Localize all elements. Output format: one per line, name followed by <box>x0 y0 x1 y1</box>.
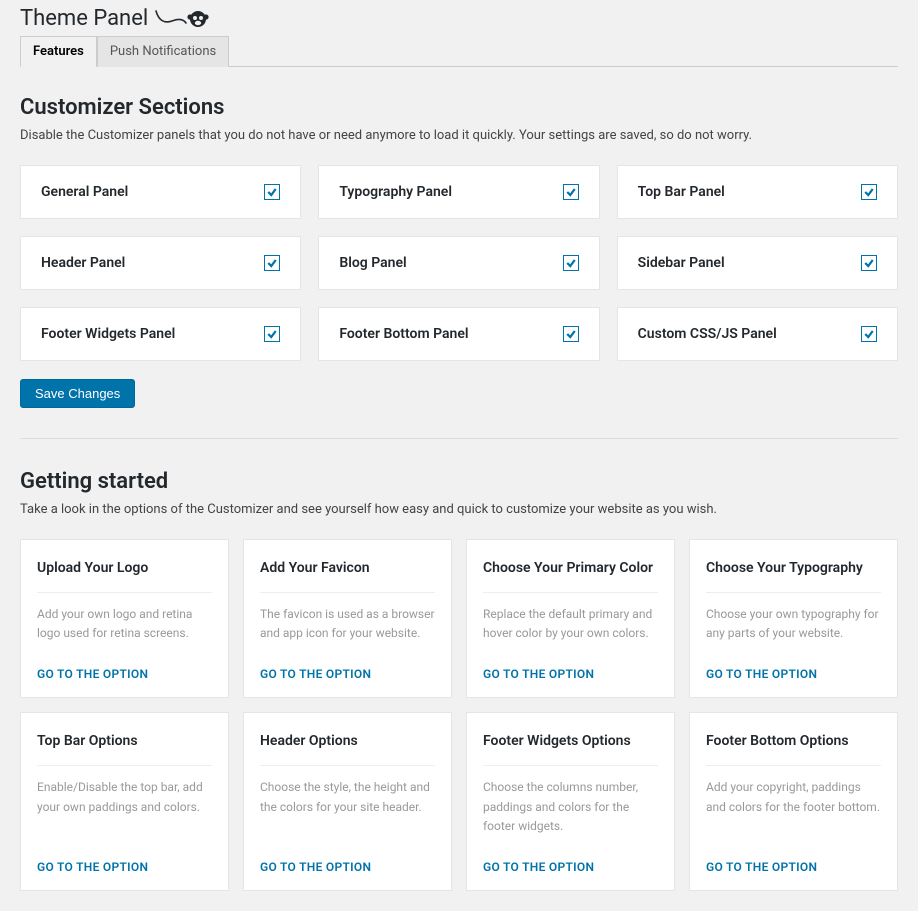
card-header: Header Options Choose the style, the hei… <box>243 712 452 891</box>
card-top-bar: Top Bar Options Enable/Disable the top b… <box>20 712 229 891</box>
card-link[interactable]: GO TO THE OPTION <box>260 860 435 874</box>
panel-label: Blog Panel <box>339 255 406 271</box>
card-desc: Enable/Disable the top bar, add your own… <box>37 778 212 836</box>
panel-checkbox[interactable] <box>861 184 877 200</box>
panel-checkbox[interactable] <box>264 184 280 200</box>
card-primary-color: Choose Your Primary Color Replace the de… <box>466 539 675 698</box>
card-add-favicon: Add Your Favicon The favicon is used as … <box>243 539 452 698</box>
card-title: Top Bar Options <box>37 733 212 749</box>
card-title: Choose Your Primary Color <box>483 560 658 576</box>
panel-label: Top Bar Panel <box>638 184 725 200</box>
card-title: Choose Your Typography <box>706 560 881 576</box>
card-divider <box>706 765 881 766</box>
tab-push-notifications[interactable]: Push Notifications <box>97 36 229 67</box>
getting-started-grid: Upload Your Logo Add your own logo and r… <box>20 539 898 891</box>
panel-label: General Panel <box>41 184 128 200</box>
card-link[interactable]: GO TO THE OPTION <box>706 860 881 874</box>
card-typography: Choose Your Typography Choose your own t… <box>689 539 898 698</box>
card-upload-logo: Upload Your Logo Add your own logo and r… <box>20 539 229 698</box>
save-changes-button[interactable]: Save Changes <box>20 379 135 408</box>
card-footer-widgets: Footer Widgets Options Choose the column… <box>466 712 675 891</box>
panel-footer-widgets: Footer Widgets Panel <box>20 307 301 361</box>
panel-checkbox[interactable] <box>563 326 579 342</box>
card-title: Footer Bottom Options <box>706 733 881 749</box>
card-title: Footer Widgets Options <box>483 733 658 749</box>
card-desc: Replace the default primary and hover co… <box>483 605 658 643</box>
card-desc: Add your own logo and retina logo used f… <box>37 605 212 643</box>
section-divider <box>20 438 898 439</box>
card-link[interactable]: GO TO THE OPTION <box>706 667 881 681</box>
customizer-section: Customizer Sections Disable the Customiz… <box>20 95 898 408</box>
panel-typography: Typography Panel <box>318 165 599 219</box>
tabs: Features Push Notifications <box>20 36 898 67</box>
page-title: Theme Panel <box>20 6 148 31</box>
card-divider <box>483 592 658 593</box>
card-title: Upload Your Logo <box>37 560 212 576</box>
card-link[interactable]: GO TO THE OPTION <box>260 667 435 681</box>
panel-checkbox[interactable] <box>264 255 280 271</box>
panel-blog: Blog Panel <box>318 236 599 290</box>
card-link[interactable]: GO TO THE OPTION <box>37 667 212 681</box>
card-title: Header Options <box>260 733 435 749</box>
card-desc: The favicon is used as a browser and app… <box>260 605 435 643</box>
monkey-icon <box>154 7 214 34</box>
card-title: Add Your Favicon <box>260 560 435 576</box>
card-desc: Choose the style, the height and the col… <box>260 778 435 836</box>
panel-checkbox[interactable] <box>563 255 579 271</box>
card-link[interactable]: GO TO THE OPTION <box>483 860 658 874</box>
panel-sidebar: Sidebar Panel <box>617 236 898 290</box>
card-divider <box>37 592 212 593</box>
panel-label: Sidebar Panel <box>638 255 725 271</box>
card-link[interactable]: GO TO THE OPTION <box>483 667 658 681</box>
panel-label: Typography Panel <box>339 184 452 200</box>
panel-header: Header Panel <box>20 236 301 290</box>
customizer-heading: Customizer Sections <box>20 95 898 120</box>
card-divider <box>706 592 881 593</box>
panel-checkbox[interactable] <box>264 326 280 342</box>
card-divider <box>260 765 435 766</box>
getting-started-section: Getting started Take a look in the optio… <box>20 469 898 891</box>
card-desc: Choose the columns number, paddings and … <box>483 778 658 836</box>
panel-label: Header Panel <box>41 255 125 271</box>
panel-checkbox[interactable] <box>861 326 877 342</box>
panel-top-bar: Top Bar Panel <box>617 165 898 219</box>
getting-started-description: Take a look in the options of the Custom… <box>20 502 898 517</box>
customizer-description: Disable the Customizer panels that you d… <box>20 128 898 143</box>
tab-features[interactable]: Features <box>20 36 97 67</box>
card-link[interactable]: GO TO THE OPTION <box>37 860 212 874</box>
panel-label: Footer Widgets Panel <box>41 326 175 342</box>
panel-checkbox[interactable] <box>563 184 579 200</box>
card-divider <box>483 765 658 766</box>
panel-label: Footer Bottom Panel <box>339 326 468 342</box>
panel-footer-bottom: Footer Bottom Panel <box>318 307 599 361</box>
card-divider <box>260 592 435 593</box>
card-divider <box>37 765 212 766</box>
card-desc: Choose your own typography for any parts… <box>706 605 881 643</box>
panels-grid: General Panel Typography Panel Top Bar P… <box>20 165 898 361</box>
panel-checkbox[interactable] <box>861 255 877 271</box>
getting-started-heading: Getting started <box>20 469 898 494</box>
panel-general: General Panel <box>20 165 301 219</box>
card-desc: Add your copyright, paddings and colors … <box>706 778 881 836</box>
panel-custom-css-js: Custom CSS/JS Panel <box>617 307 898 361</box>
card-footer-bottom: Footer Bottom Options Add your copyright… <box>689 712 898 891</box>
panel-label: Custom CSS/JS Panel <box>638 326 777 342</box>
